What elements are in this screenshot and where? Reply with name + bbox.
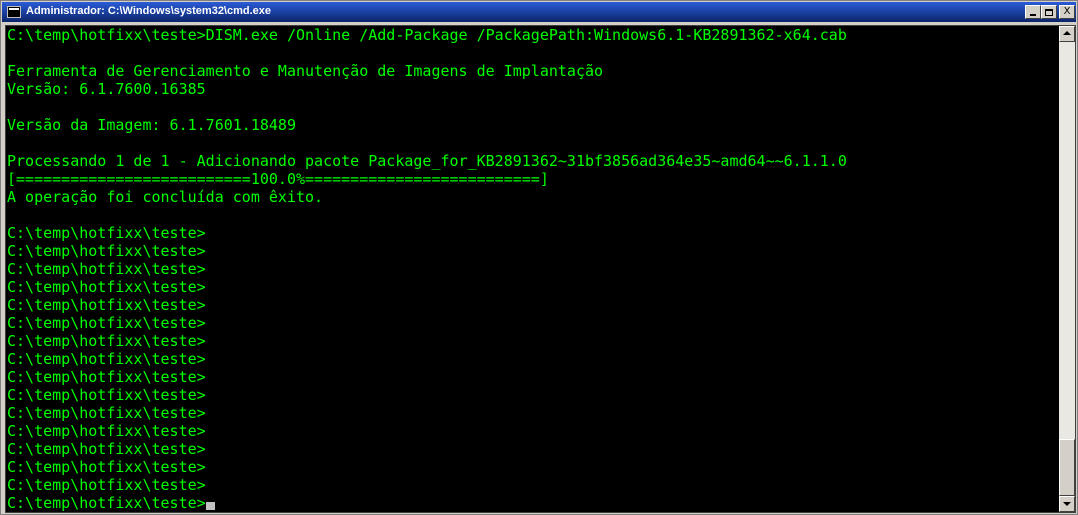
- console-line-text: C:\temp\hotfixx\teste>: [7, 476, 206, 494]
- console-line-text: C:\temp\hotfixx\teste>: [7, 260, 206, 278]
- console-line: C:\temp\hotfixx\teste>: [7, 386, 1059, 404]
- text-cursor: [205, 502, 215, 510]
- console-line-text: C:\temp\hotfixx\teste>: [7, 440, 206, 458]
- console-line-text: C:\temp\hotfixx\teste>: [7, 332, 206, 350]
- console-line-text: C:\temp\hotfixx\teste>: [7, 242, 206, 260]
- console-line-text: Processando 1 de 1 - Adicionando pacote …: [7, 152, 847, 170]
- console-line: C:\temp\hotfixx\teste>: [7, 458, 1059, 476]
- console-line: C:\temp\hotfixx\teste>: [7, 494, 1059, 512]
- maximize-button[interactable]: [1041, 5, 1057, 19]
- console-line: C:\temp\hotfixx\teste>: [7, 476, 1059, 494]
- title-bar[interactable]: Administrador: C:\Windows\system32\cmd.e…: [2, 2, 1076, 22]
- console-line: C:\temp\hotfixx\teste>: [7, 278, 1059, 296]
- console-output[interactable]: C:\temp\hotfixx\teste>DISM.exe /Online /…: [7, 26, 1059, 512]
- console-line: C:\temp\hotfixx\teste>: [7, 314, 1059, 332]
- arrow-up-icon: [1063, 31, 1071, 35]
- close-icon: X: [1063, 6, 1071, 17]
- console-line-text: C:\temp\hotfixx\teste>: [7, 350, 206, 368]
- arrow-down-icon: [1063, 502, 1071, 506]
- console-line: Processando 1 de 1 - Adicionando pacote …: [7, 152, 1059, 170]
- console-line-text: C:\temp\hotfixx\teste>DISM.exe /Online /…: [7, 26, 847, 44]
- console-line: A operação foi concluída com êxito.: [7, 188, 1059, 206]
- console-line: C:\temp\hotfixx\teste>: [7, 296, 1059, 314]
- console-line: C:\temp\hotfixx\teste>: [7, 422, 1059, 440]
- console-line-text: C:\temp\hotfixx\teste>: [7, 278, 206, 296]
- console-line-text: Versão da Imagem: 6.1.7601.18489: [7, 116, 296, 134]
- cmd-window: Administrador: C:\Windows\system32\cmd.e…: [0, 0, 1078, 515]
- console-line: C:\temp\hotfixx\teste>: [7, 242, 1059, 260]
- console-line-text: C:\temp\hotfixx\teste>: [7, 224, 206, 242]
- console-line-text: A operação foi concluída com êxito.: [7, 188, 324, 206]
- console-line: [==========================100.0%=======…: [7, 170, 1059, 188]
- scroll-down-button[interactable]: [1059, 496, 1075, 512]
- console-line: C:\temp\hotfixx\teste>: [7, 224, 1059, 242]
- console-line: C:\temp\hotfixx\teste>: [7, 332, 1059, 350]
- console-line-text: C:\temp\hotfixx\teste>: [7, 368, 206, 386]
- console-line: Versão: 6.1.7600.16385: [7, 80, 1059, 98]
- console-line-text: C:\temp\hotfixx\teste>: [7, 386, 206, 404]
- console-line-text: C:\temp\hotfixx\teste>: [7, 422, 206, 440]
- console-line: C:\temp\hotfixx\teste>DISM.exe /Online /…: [7, 26, 1059, 44]
- cmd-app-icon[interactable]: [7, 6, 21, 18]
- console-area[interactable]: C:\temp\hotfixx\teste>DISM.exe /Online /…: [5, 25, 1076, 513]
- console-line: C:\temp\hotfixx\teste>: [7, 260, 1059, 278]
- vertical-scrollbar[interactable]: [1059, 26, 1075, 512]
- close-button[interactable]: X: [1059, 5, 1075, 19]
- console-line-text: C:\temp\hotfixx\teste>: [7, 296, 206, 314]
- console-line-text: C:\temp\hotfixx\teste>: [7, 458, 206, 476]
- console-line: Ferramenta de Gerenciamento e Manutenção…: [7, 62, 1059, 80]
- console-line: C:\temp\hotfixx\teste>: [7, 350, 1059, 368]
- console-line: C:\temp\hotfixx\teste>: [7, 368, 1059, 386]
- console-line-text: [==========================100.0%=======…: [7, 170, 549, 188]
- console-line-text: Ferramenta de Gerenciamento e Manutenção…: [7, 62, 604, 80]
- minimize-button[interactable]: [1025, 5, 1041, 19]
- console-line-text: C:\temp\hotfixx\teste>: [7, 314, 206, 332]
- console-line: C:\temp\hotfixx\teste>: [7, 404, 1059, 422]
- minimize-icon: [1030, 14, 1036, 16]
- console-line-text: C:\temp\hotfixx\teste>: [7, 494, 206, 512]
- console-line-text: C:\temp\hotfixx\teste>: [7, 404, 206, 422]
- console-line: C:\temp\hotfixx\teste>: [7, 440, 1059, 458]
- maximize-icon: [1045, 8, 1053, 16]
- console-line: Versão da Imagem: 6.1.7601.18489: [7, 116, 1059, 134]
- scroll-up-button[interactable]: [1059, 26, 1075, 42]
- scroll-thumb[interactable]: [1059, 439, 1075, 496]
- window-title: Administrador: C:\Windows\system32\cmd.e…: [26, 5, 272, 17]
- console-line-text: Versão: 6.1.7600.16385: [7, 80, 206, 98]
